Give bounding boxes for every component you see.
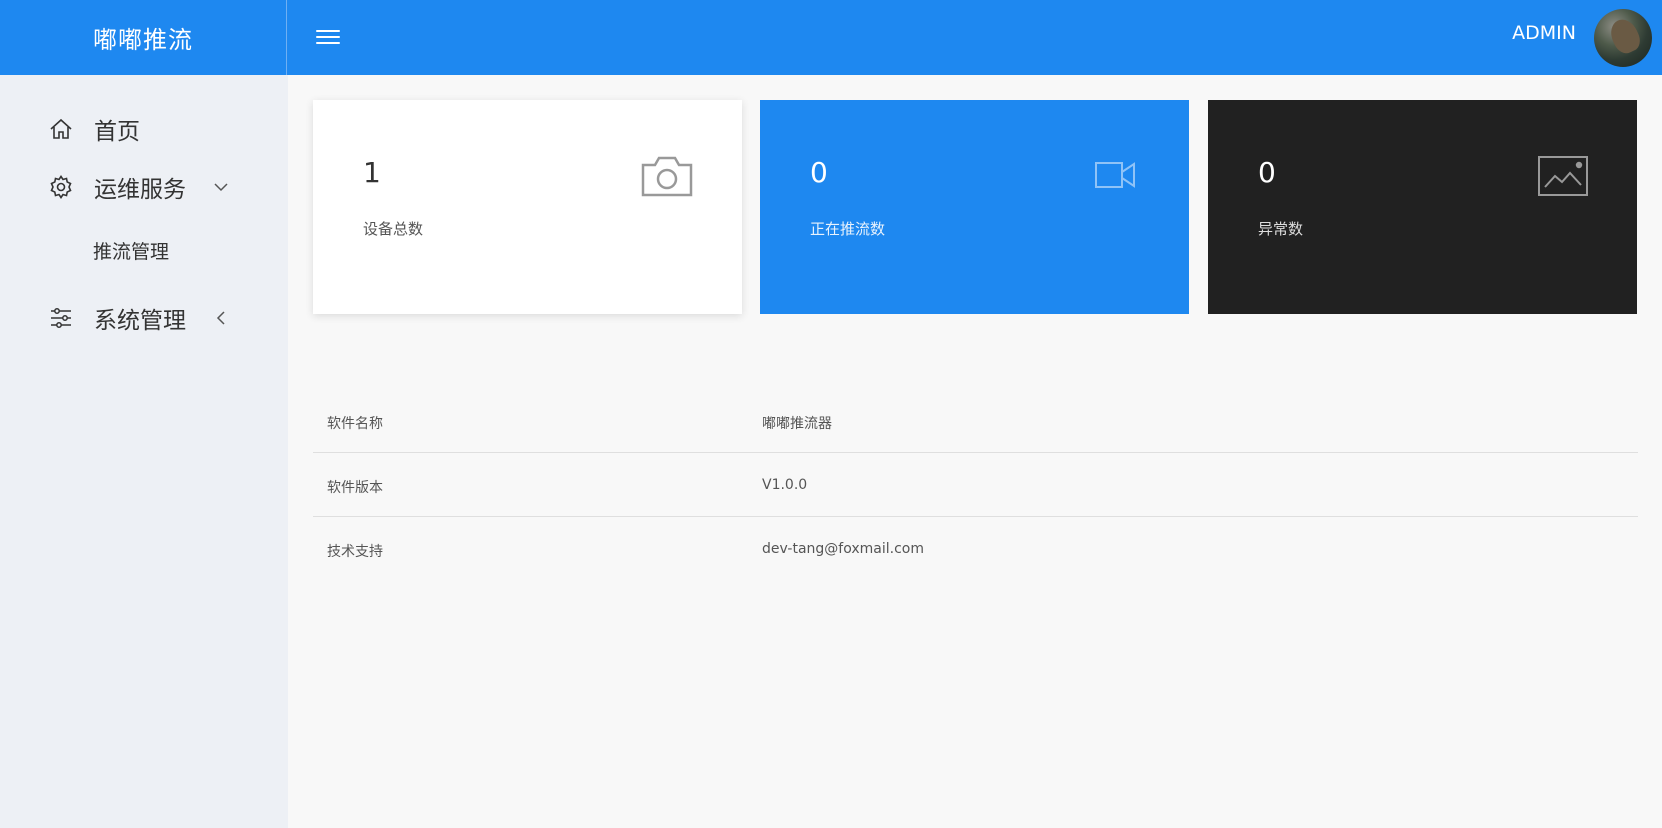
info-key: 软件版本: [327, 480, 383, 496]
sidebar-item-ops[interactable]: 运维服务: [48, 170, 228, 204]
sidebar-item-label: 运维服务: [94, 177, 186, 203]
card-streaming-count[interactable]: 0 正在推流数: [760, 100, 1189, 314]
sidebar-item-label: 首页: [94, 119, 140, 145]
info-value: dev-tang@foxmail.com: [762, 541, 924, 557]
card-device-total[interactable]: 1 设备总数: [313, 100, 742, 314]
brand-title[interactable]: 嘟嘟推流: [0, 0, 287, 75]
table-row: 技术支持 dev-tang@foxmail.com: [313, 517, 1638, 581]
sidebar: 首页 运维服务 推流管理 系统管理: [0, 75, 288, 828]
software-info-table: 软件名称 嘟嘟推流器 软件版本 V1.0.0 技术支持 dev-tang@fox…: [313, 389, 1638, 581]
info-value: V1.0.0: [762, 477, 808, 493]
chevron-left-icon: [216, 311, 225, 325]
table-row: 软件名称 嘟嘟推流器: [313, 389, 1638, 453]
menu-toggle-icon[interactable]: [316, 26, 340, 48]
sidebar-item-system[interactable]: 系统管理: [48, 301, 225, 335]
table-row: 软件版本 V1.0.0: [313, 453, 1638, 517]
chevron-down-icon: [214, 183, 228, 192]
video-camera-icon: [1095, 162, 1135, 188]
user-name[interactable]: ADMIN: [1512, 22, 1576, 44]
image-icon: [1538, 156, 1588, 196]
card-label: 异常数: [1258, 220, 1304, 238]
card-value: 0: [810, 156, 828, 189]
card-value: 1: [363, 156, 381, 189]
info-value: 嘟嘟推流器: [762, 416, 832, 432]
home-icon: [50, 118, 72, 139]
info-key: 软件名称: [327, 416, 383, 432]
camera-icon: [641, 156, 693, 197]
sidebar-item-home[interactable]: 首页: [48, 112, 140, 146]
sliders-icon: [51, 308, 71, 328]
card-label: 正在推流数: [810, 220, 886, 238]
sidebar-item-label: 系统管理: [94, 308, 186, 334]
avatar[interactable]: [1594, 9, 1652, 67]
card-label: 设备总数: [363, 220, 424, 238]
info-key: 技术支持: [327, 544, 383, 560]
card-error-count[interactable]: 0 异常数: [1208, 100, 1637, 314]
sidebar-subitem-stream-management[interactable]: 推流管理: [93, 237, 169, 264]
gear-icon: [50, 175, 72, 199]
card-value: 0: [1258, 156, 1276, 189]
top-header: 嘟嘟推流 ADMIN: [0, 0, 1662, 75]
